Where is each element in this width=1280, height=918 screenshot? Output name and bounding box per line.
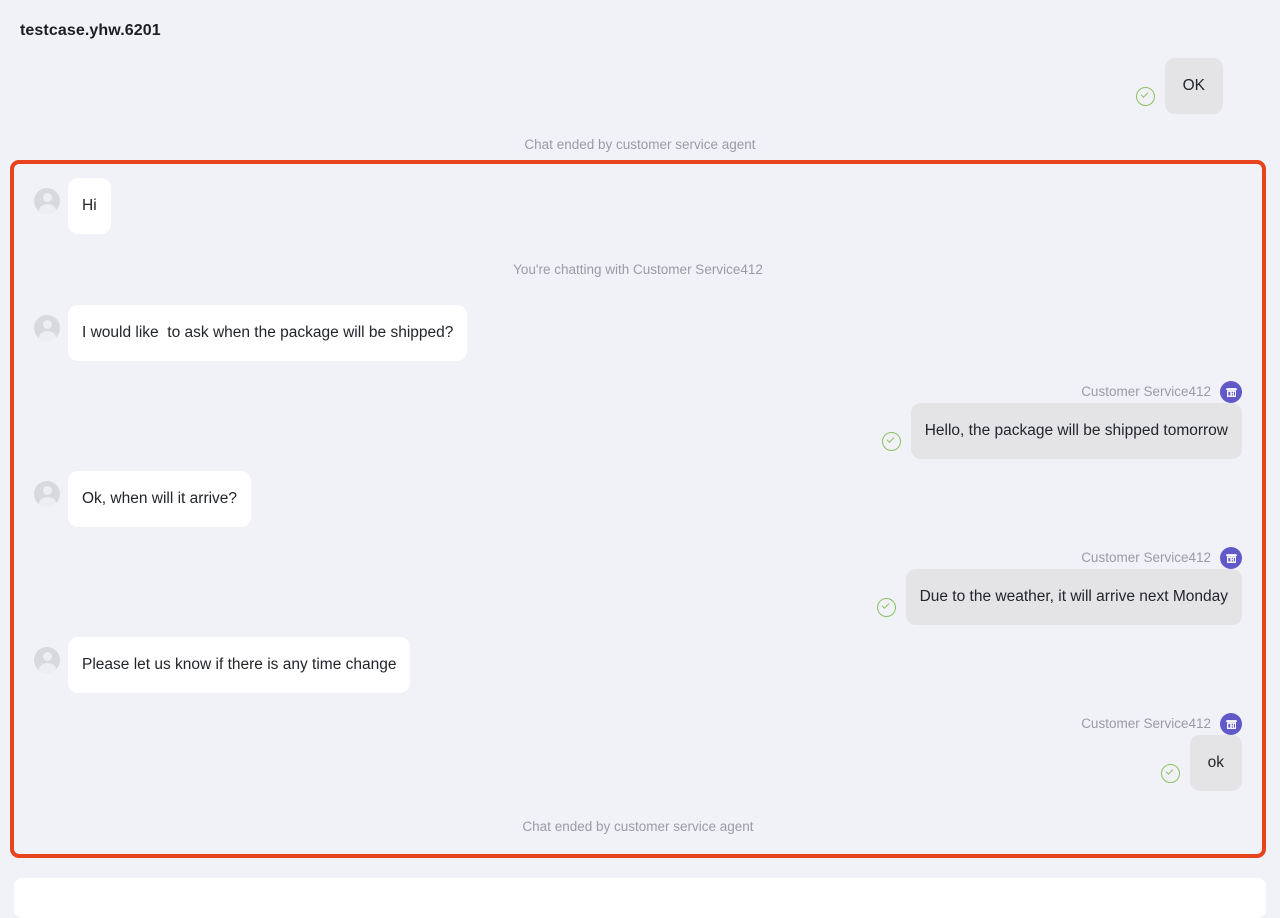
- check-circle-icon: [876, 598, 896, 617]
- agent-name-label: Customer Service412: [1081, 550, 1211, 565]
- message-bubble-agent[interactable]: Hello, the package will be shipped tomor…: [910, 403, 1242, 459]
- person-avatar-icon: [34, 647, 60, 673]
- message-bubble-agent[interactable]: Due to the weather, it will arrive next …: [905, 569, 1242, 625]
- message-row-agent: Due to the weather, it will arrive next …: [14, 569, 1262, 625]
- agent-name-label: Customer Service412: [1081, 384, 1211, 399]
- system-message-chat-ended: Chat ended by customer service agent: [14, 819, 1262, 834]
- annotation-highlight-box: Hi You're chatting with Customer Service…: [10, 160, 1266, 858]
- storefront-icon: [1220, 713, 1242, 735]
- message-row-user: I would like to ask when the package wil…: [14, 305, 1262, 361]
- system-message-text: Chat ended by customer service agent: [522, 819, 754, 834]
- system-message-chat-ended-top: Chat ended by customer service agent: [0, 137, 1280, 152]
- person-avatar-icon: [34, 481, 60, 507]
- storefront-icon: [1220, 381, 1242, 403]
- message-sender-header-agent: Customer Service412: [14, 713, 1262, 735]
- message-bubble-user[interactable]: Please let us know if there is any time …: [68, 637, 411, 693]
- system-message-text: Chat ended by customer service agent: [524, 137, 756, 152]
- message-bubble-outgoing[interactable]: OK: [1164, 58, 1223, 114]
- message-row-agent: Hello, the package will be shipped tomor…: [14, 403, 1262, 459]
- storefront-icon: [1220, 547, 1242, 569]
- message-sender-header-agent: Customer Service412: [14, 547, 1262, 569]
- chat-history-above-annotation: OK Chat ended by customer service agent: [0, 52, 1280, 160]
- system-message-joined: You're chatting with Customer Service412: [14, 262, 1262, 277]
- person-avatar-icon: [34, 188, 60, 214]
- message-row-user: Please let us know if there is any time …: [14, 637, 1262, 693]
- message-bubble-user[interactable]: Ok, when will it arrive?: [68, 471, 252, 527]
- message-row-agent: ok: [14, 735, 1262, 791]
- message-row-outgoing-ok: OK: [1135, 58, 1280, 114]
- person-avatar-icon: [34, 315, 60, 341]
- message-input[interactable]: [14, 878, 1266, 918]
- message-row-user: Ok, when will it arrive?: [14, 471, 1262, 527]
- chat-message-list[interactable]: Hi You're chatting with Customer Service…: [14, 164, 1262, 854]
- system-message-text: You're chatting with Customer Service412: [513, 262, 763, 277]
- message-bubble-user[interactable]: Hi: [68, 178, 111, 234]
- agent-name-label: Customer Service412: [1081, 716, 1211, 731]
- message-row-user: Hi: [14, 178, 1262, 234]
- message-sender-header-agent: Customer Service412: [14, 381, 1262, 403]
- check-circle-icon: [1160, 764, 1180, 783]
- check-circle-icon: [1135, 87, 1155, 106]
- page-title: testcase.yhw.6201: [20, 22, 161, 39]
- message-bubble-user[interactable]: I would like to ask when the package wil…: [68, 305, 468, 361]
- check-circle-icon: [881, 432, 901, 451]
- message-bubble-agent[interactable]: ok: [1189, 735, 1242, 791]
